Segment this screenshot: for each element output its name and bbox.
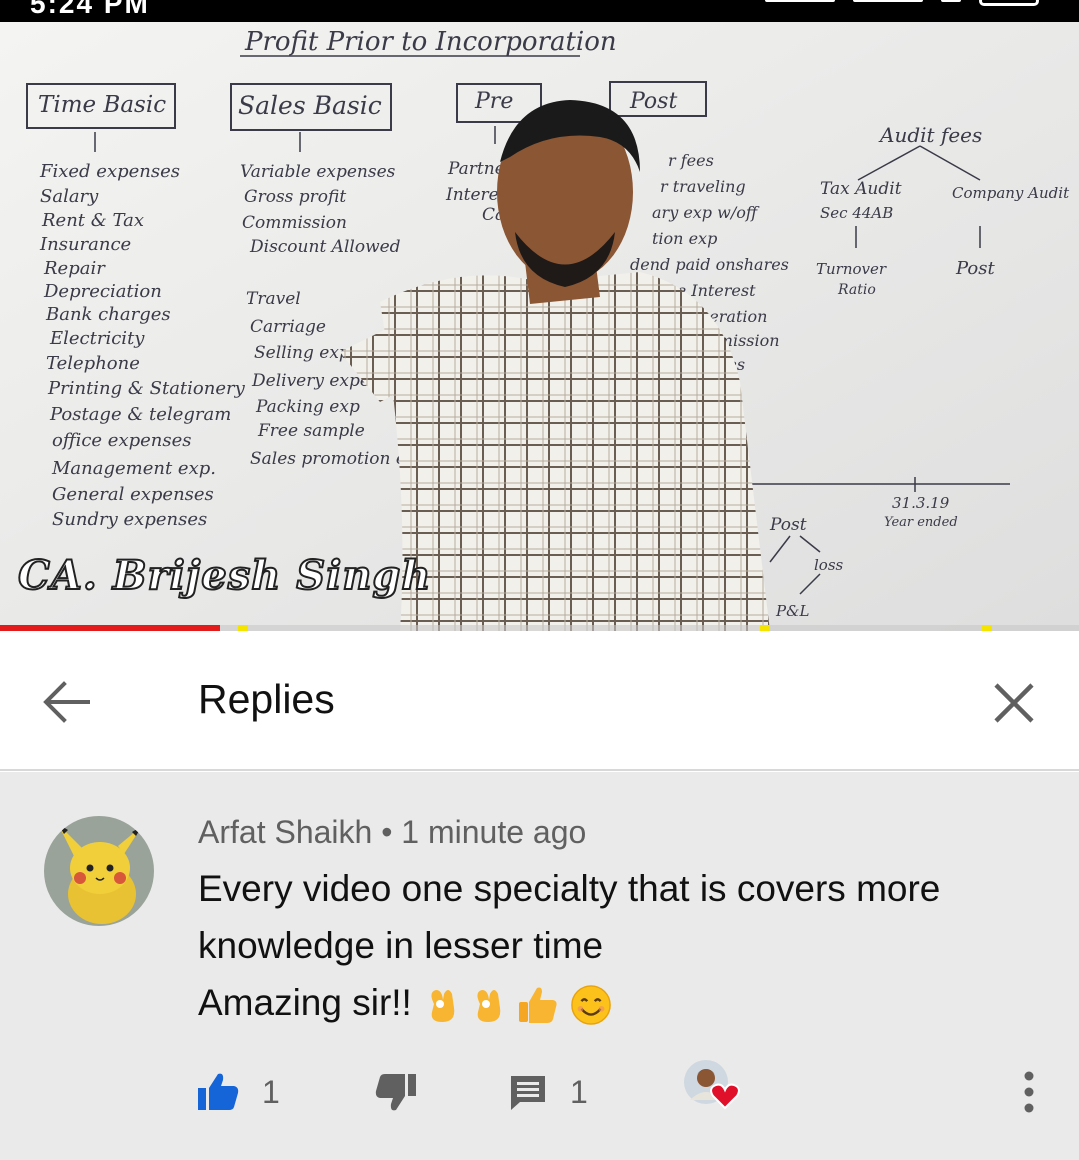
comment-icon — [511, 1076, 545, 1110]
comment-text: Every video one specialty that is covers… — [198, 860, 1038, 1031]
more-vert-icon — [1024, 1071, 1034, 1113]
status-bar: 5:24 PM — [0, 0, 1079, 22]
creator-heart-badge — [682, 1058, 742, 1118]
like-count: 1 — [262, 1073, 280, 1110]
time-item: office expenses — [52, 430, 192, 451]
time-item: Fixed expenses — [39, 161, 180, 182]
timeline-date: 31.3.19 — [892, 494, 950, 512]
comment: Arfat Shaikh • 1 minute ago Every video … — [0, 772, 1079, 1160]
pikachu-avatar-image — [44, 816, 154, 926]
arrow-left-icon — [43, 681, 90, 723]
comment-line: Amazing sir!! — [198, 982, 412, 1023]
dislike-button[interactable] — [374, 1062, 418, 1122]
wifi-icon — [941, 0, 961, 2]
audit-right: Company Audit — [952, 184, 1070, 202]
meta-separator: • — [381, 814, 393, 850]
thumbs-down-icon — [375, 1074, 416, 1111]
time-item: Telephone — [46, 353, 140, 374]
time-item: Depreciation — [43, 281, 162, 302]
heart-icon — [710, 1083, 740, 1110]
audit-right-result: Post — [955, 258, 995, 279]
ok-hand-emoji — [477, 990, 501, 1023]
audit-left-result: Turnover — [816, 260, 887, 278]
time-item: Printing & Stationery — [47, 378, 246, 399]
comment-line: Every video one specialty that is covers… — [198, 868, 941, 909]
time-item: Sundry expenses — [52, 509, 207, 530]
ok-hand-emoji — [431, 990, 455, 1023]
reply-count-button[interactable]: 1 — [508, 1062, 588, 1122]
replies-header: Replies — [0, 631, 1079, 771]
time-item: Insurance — [39, 234, 131, 255]
smiling-face-emoji — [571, 985, 611, 1026]
comment-time: 1 minute ago — [401, 814, 587, 850]
time-item: Electricity — [49, 328, 145, 349]
board-title: Profit Prior to Incorporation — [244, 27, 617, 57]
signal-icon-2 — [853, 0, 923, 2]
more-options-button[interactable] — [1012, 1068, 1046, 1116]
box-time-basic: Time Basic — [38, 92, 166, 118]
replies-title: Replies — [198, 676, 335, 722]
comment-author[interactable]: Arfat Shaikh — [198, 814, 372, 850]
thumbs-up-emoji — [518, 987, 557, 1024]
close-button[interactable] — [988, 677, 1040, 729]
presenter — [340, 100, 770, 631]
timeline-label: Year ended — [884, 515, 958, 530]
comment-line: knowledge in lesser time — [198, 925, 604, 966]
sales-item: Commission — [242, 213, 347, 233]
close-icon — [994, 683, 1034, 723]
reply-count: 1 — [570, 1073, 588, 1110]
sales-item: Gross profit — [244, 187, 346, 207]
audit-left-sub: Sec 44AB — [820, 204, 893, 222]
avatar[interactable] — [44, 816, 154, 926]
audit-title: Audit fees — [878, 123, 982, 147]
comment-actions: 1 1 — [0, 1060, 1079, 1122]
signal-icon — [765, 0, 835, 2]
pl-lower: P&L — [775, 602, 809, 620]
comment-meta: Arfat Shaikh • 1 minute ago — [198, 814, 586, 851]
status-icons — [765, 0, 1039, 6]
battery-icon — [979, 0, 1039, 6]
sales-item: Travel — [246, 289, 301, 309]
time-item: Repair — [43, 258, 106, 279]
time-item: Postage & telegram — [49, 404, 231, 425]
loss-lower: loss — [814, 556, 844, 574]
audit-left: Tax Audit — [820, 179, 902, 199]
time-item: Bank charges — [45, 304, 171, 325]
status-time: 5:24 PM — [30, 0, 150, 19]
back-button[interactable] — [38, 677, 94, 727]
audit-left-result-2: Ratio — [837, 282, 876, 298]
like-button[interactable]: 1 — [196, 1062, 280, 1122]
channel-watermark: CA. Brijesh Singh — [17, 551, 432, 600]
time-item: General expenses — [52, 484, 214, 505]
sales-item: Carriage — [250, 317, 326, 337]
time-item: Rent & Tax — [41, 210, 144, 231]
video-player[interactable]: Profit Prior to Incorporation Time Basic… — [0, 22, 1079, 631]
thumbs-up-icon — [198, 1073, 239, 1110]
time-item: Salary — [40, 186, 99, 207]
comment-line-emoji: Amazing sir!! — [198, 974, 1038, 1031]
time-item: Management exp. — [51, 458, 216, 479]
